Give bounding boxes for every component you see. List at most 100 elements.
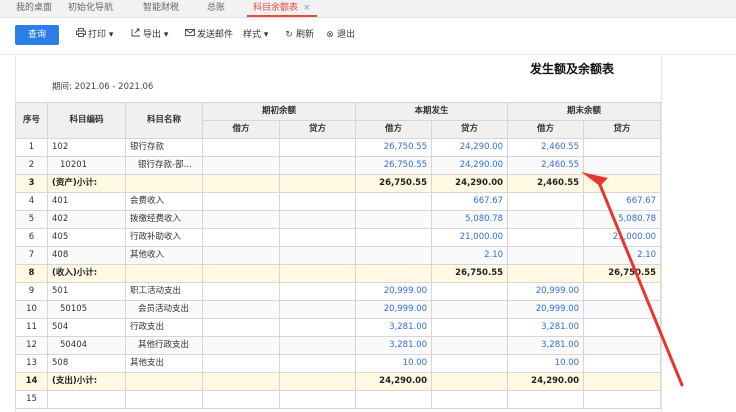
tab-smart-tax[interactable]: 智能财税 [143, 0, 179, 17]
cell-code [47, 390, 126, 409]
cell-seq: 2 [15, 156, 48, 175]
header-current-credit: 贷方 [431, 120, 509, 139]
cell-opening-credit [278, 246, 357, 265]
table-row[interactable]: 10 50105 会员活动支出 20,999.00 20,999.00 [15, 300, 662, 319]
table-row[interactable]: 2 10201 银行存款-部... 26,750.55 24,290.00 2,… [15, 156, 662, 175]
cell-current-credit[interactable]: 2.10 [431, 246, 509, 265]
cell-name [125, 174, 203, 193]
refresh-label: 刷新 [296, 30, 315, 40]
export-icon [131, 25, 141, 45]
cell-current-credit[interactable] [431, 336, 509, 355]
cell-ending-debit[interactable]: 3,281.00 [507, 318, 585, 337]
header-opening-debit: 借方 [202, 120, 280, 139]
tab-general-ledger[interactable]: 总账 [207, 0, 225, 17]
cell-ending-credit[interactable]: 667.67 [583, 192, 662, 211]
style-button[interactable]: 样式 ▾ [243, 25, 268, 45]
cell-ending-debit[interactable] [507, 228, 585, 247]
cell-ending-credit: 26,750.55 [583, 264, 662, 283]
cell-current-debit[interactable]: 20,999.00 [355, 282, 433, 301]
table-row[interactable]: 13 508 其他支出 10.00 10.00 [15, 354, 662, 373]
cell-name: 拨缴经费收入 [125, 210, 203, 229]
cell-current-debit[interactable] [355, 228, 433, 247]
cell-ending-credit [583, 336, 662, 355]
cell-ending-debit[interactable]: 20,999.00 [507, 300, 585, 319]
cell-seq: 8 [15, 264, 48, 283]
cell-opening-debit [202, 264, 280, 283]
exit-button[interactable]: ⊗ 退出 [325, 25, 355, 45]
cell-current-debit[interactable]: 26,750.55 [355, 138, 433, 157]
cell-ending-credit [583, 318, 662, 337]
cell-current-credit[interactable] [431, 318, 509, 337]
query-button[interactable]: 查询 [15, 25, 59, 45]
cell-current-credit[interactable] [431, 354, 509, 373]
cell-ending-debit[interactable] [507, 192, 585, 211]
table-row[interactable]: 6 405 行政补助收入 21,000.00 21,000.00 [15, 228, 662, 247]
cell-ending-debit[interactable] [507, 210, 585, 229]
cell-opening-debit [202, 228, 280, 247]
cell-current-credit[interactable] [431, 282, 509, 301]
cell-current-credit[interactable]: 667.67 [431, 192, 509, 211]
header-current-debit: 借方 [355, 120, 433, 139]
cell-ending-debit[interactable] [507, 246, 585, 265]
cell-ending-credit [583, 300, 662, 319]
cell-current-debit[interactable]: 26,750.55 [355, 156, 433, 175]
cell-current-debit [355, 264, 433, 283]
cell-ending-credit [583, 156, 662, 175]
close-icon[interactable]: × [303, 3, 311, 13]
cell-ending-debit[interactable]: 10.00 [507, 354, 585, 373]
tab-subject-balance[interactable]: 科目余额表 × [247, 0, 317, 17]
cell-current-credit[interactable]: 21,000.00 [431, 228, 509, 247]
tab-my-desktop[interactable]: 我的桌面 [16, 0, 52, 17]
cell-current-credit[interactable] [431, 300, 509, 319]
refresh-button[interactable]: ↻ 刷新 [284, 25, 314, 45]
cell-ending-debit[interactable]: 2,460.55 [507, 156, 585, 175]
header-ending-debit: 借方 [507, 120, 585, 139]
table-row[interactable]: 5 402 拨缴经费收入 5,080.78 5,080.78 [15, 210, 662, 229]
cell-current-debit[interactable]: 3,281.00 [355, 336, 433, 355]
chevron-down-icon: ▾ [261, 30, 269, 40]
table-row[interactable]: 11 504 行政支出 3,281.00 3,281.00 [15, 318, 662, 337]
cell-ending-debit[interactable]: 2,460.55 [507, 138, 585, 157]
cell-ending-credit [583, 282, 662, 301]
cell-ending-debit[interactable]: 20,999.00 [507, 282, 585, 301]
cell-current-debit[interactable] [355, 246, 433, 265]
cell-ending-debit[interactable]: 3,281.00 [507, 336, 585, 355]
cell-ending-credit[interactable]: 2.10 [583, 246, 662, 265]
cell-opening-debit [202, 138, 280, 157]
print-button[interactable]: 打印 ▾ [76, 25, 113, 45]
table-row[interactable]: 12 50404 其他行政支出 3,281.00 3,281.00 [15, 336, 662, 355]
cell-seq: 13 [15, 354, 48, 373]
cell-current-credit[interactable]: 24,290.00 [431, 138, 509, 157]
cell-current-debit[interactable]: 3,281.00 [355, 318, 433, 337]
cell-current-debit[interactable]: 10.00 [355, 354, 433, 373]
printer-icon [76, 25, 86, 45]
style-label: 样式 [243, 30, 262, 40]
header-ending: 期末余额 [507, 102, 662, 121]
cell-ending-credit[interactable]: 5,080.78 [583, 210, 662, 229]
cell-code: 401 [47, 192, 126, 211]
cell-opening-debit [202, 372, 280, 391]
cell-current-debit[interactable] [355, 192, 433, 211]
export-label: 导出 [143, 30, 162, 40]
exit-icon: ⊗ [326, 30, 334, 40]
cell-code: 50404 [47, 336, 126, 355]
cell-ending-credit[interactable]: 21,000.00 [583, 228, 662, 247]
cell-current-debit[interactable]: 20,999.00 [355, 300, 433, 319]
tab-init-nav[interactable]: 初始化导航 [68, 0, 113, 17]
table-row[interactable]: 4 401 会费收入 667.67 667.67 [15, 192, 662, 211]
cell-current-credit[interactable]: 24,290.00 [431, 156, 509, 175]
table-row[interactable]: 15 [15, 390, 662, 409]
cell-opening-credit [278, 318, 357, 337]
send-email-button[interactable]: 发送邮件 [185, 25, 233, 45]
toolbar: 查询 打印 ▾ 导出 ▾ 发送邮件 样式 ▾ ↻ 刷新 ⊗ 退出 [0, 18, 736, 52]
cell-current-credit[interactable]: 5,080.78 [431, 210, 509, 229]
subtotal-row: 8 (收入)小计: 26,750.55 26,750.55 [15, 264, 662, 283]
cell-opening-credit [278, 390, 357, 409]
balance-table: 序号 科目编码 科目名称 期初余额 本期发生 期末余额 借方 贷方 借方 贷方 … [15, 102, 662, 409]
table-row[interactable]: 9 501 职工活动支出 20,999.00 20,999.00 [15, 282, 662, 301]
cell-current-debit[interactable] [355, 210, 433, 229]
cell-opening-credit [278, 192, 357, 211]
table-row[interactable]: 7 408 其他收入 2.10 2.10 [15, 246, 662, 265]
export-button[interactable]: 导出 ▾ [131, 25, 168, 45]
table-row[interactable]: 1 102 银行存款 26,750.55 24,290.00 2,460.55 [15, 138, 662, 157]
